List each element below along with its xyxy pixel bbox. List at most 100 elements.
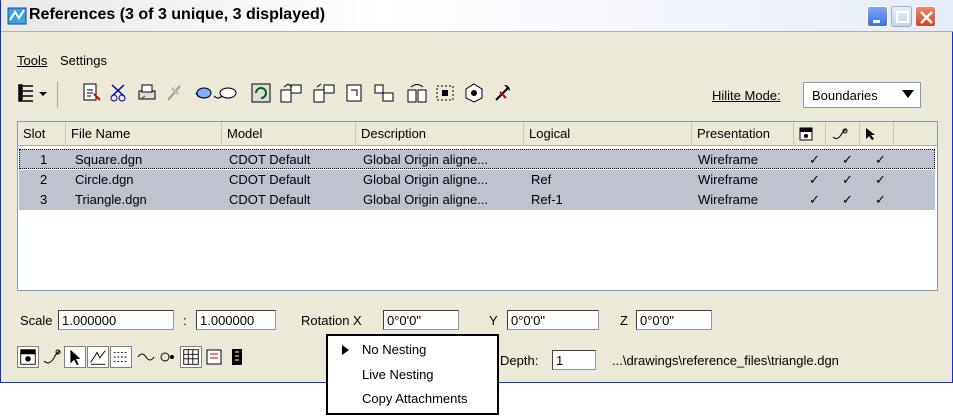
column-header-display[interactable] <box>794 122 826 146</box>
cell-display-check[interactable]: ✓ <box>809 172 820 188</box>
cell-slot: 1 <box>40 152 48 167</box>
hilite-mode-dropdown[interactable]: Boundaries <box>803 82 921 108</box>
cell-snap-check[interactable]: ✓ <box>842 172 853 188</box>
table-row[interactable]: 3 Triangle.dgn CDOT Default Global Origi… <box>19 190 935 210</box>
selected-bullet-icon <box>342 345 349 355</box>
clip-mask-icon[interactable] <box>463 82 485 104</box>
true-scale-icon[interactable] <box>134 346 156 368</box>
column-header-logical[interactable]: Logical <box>524 122 692 146</box>
column-header-snap[interactable] <box>826 122 860 146</box>
cell-file-name: Square.dgn <box>75 152 143 167</box>
column-header-model[interactable]: Model <box>222 122 356 146</box>
cell-description: Global Origin aligne... <box>363 192 489 207</box>
menu-settings[interactable]: Settings <box>60 53 107 68</box>
cell-description: Global Origin aligne... <box>363 152 489 167</box>
print-reference-icon[interactable] <box>136 82 158 104</box>
copy-reference-icon[interactable] <box>311 82 337 104</box>
scale-colon: : <box>183 313 187 328</box>
grid-toggle-icon[interactable] <box>180 346 202 368</box>
detach-reference-icon[interactable] <box>108 82 130 104</box>
rotation-y-label: Y <box>489 313 498 328</box>
cell-presentation: Wireframe <box>698 172 758 187</box>
cell-presentation: Wireframe <box>698 192 758 207</box>
reload-reference-icon[interactable] <box>250 82 272 104</box>
menu-item-no-nesting[interactable]: No Nesting <box>362 342 426 357</box>
nesting-popup-menu: No Nesting Live Nesting Copy Attachments <box>326 334 499 415</box>
maximize-button[interactable] <box>891 6 912 27</box>
cell-display-check[interactable]: ✓ <box>809 192 820 208</box>
menu-item-live-nesting[interactable]: Live Nesting <box>362 367 434 382</box>
minimize-icon <box>873 20 880 23</box>
rotation-y-input[interactable]: 0°0'0" <box>507 310 599 330</box>
nesting-icon[interactable] <box>227 346 249 368</box>
references-app-icon <box>7 7 27 25</box>
cell-snap-check[interactable]: ✓ <box>842 192 853 208</box>
depth-input[interactable]: 1 <box>552 350 596 370</box>
cell-logical: Ref <box>531 172 552 187</box>
clip-boundary-icon[interactable] <box>434 82 460 104</box>
table-header: Slot File Name Model Description Logical… <box>18 122 937 146</box>
cell-locate-check[interactable]: ✓ <box>875 152 886 168</box>
cell-model: CDOT Default <box>229 192 311 207</box>
menubar: Tools Settings <box>1 50 953 72</box>
column-header-description[interactable]: Description <box>356 122 524 146</box>
snap-toggle-icon[interactable] <box>41 346 63 368</box>
cell-file-name: Circle.dgn <box>75 172 134 187</box>
titlebar[interactable]: References (3 of 3 unique, 3 displayed) <box>1 0 953 32</box>
toolbar: Hilite Mode: Boundaries <box>1 76 953 116</box>
exchange-reference-icon[interactable] <box>194 82 240 104</box>
cell-model: CDOT Default <box>229 172 311 187</box>
column-header-slot[interactable]: Slot <box>18 122 66 146</box>
locate-toggle-icon[interactable] <box>64 346 86 368</box>
column-header-locate[interactable] <box>860 122 894 146</box>
window-title: References (3 of 3 unique, 3 displayed) <box>29 6 326 23</box>
cell-slot: 3 <box>40 192 48 207</box>
close-button[interactable] <box>915 6 936 27</box>
cell-display-check[interactable]: ✓ <box>809 152 820 168</box>
mirror-reference-icon[interactable] <box>405 82 431 104</box>
table-row[interactable]: 1 Square.dgn CDOT Default Global Origin … <box>19 149 935 169</box>
display-toggle-icon[interactable] <box>17 346 39 368</box>
cell-snap-check[interactable]: ✓ <box>842 152 853 168</box>
reference-file-path: ...\drawings\reference_files\triangle.dg… <box>612 353 839 368</box>
cell-description: Global Origin aligne... <box>363 172 489 187</box>
references-table: Slot File Name Model Description Logical… <box>17 121 938 291</box>
settings-disabled-icon[interactable] <box>164 82 186 104</box>
cell-locate-check[interactable]: ✓ <box>875 172 886 188</box>
cell-file-name: Triangle.dgn <box>75 192 147 207</box>
levels-icon[interactable] <box>204 346 226 368</box>
minimize-button[interactable] <box>867 6 888 27</box>
scale-line-styles-icon[interactable] <box>157 346 179 368</box>
hilite-mode-label-text: Hilite Mode: <box>712 88 781 103</box>
column-header-file-name[interactable]: File Name <box>66 122 222 146</box>
scale-master-input[interactable]: 1.000000 <box>58 310 174 330</box>
references-window: References (3 of 3 unique, 3 displayed) … <box>0 0 953 383</box>
display-icon <box>799 127 813 141</box>
rotate-reference-icon[interactable] <box>372 82 398 104</box>
scale-reference-icon[interactable] <box>344 82 366 104</box>
cell-slot: 2 <box>40 172 48 187</box>
rotation-z-label: Z <box>620 313 628 328</box>
depth-label: Depth: <box>500 353 539 368</box>
delete-clip-icon[interactable] <box>492 82 514 104</box>
cell-locate-check[interactable]: ✓ <box>875 192 886 208</box>
rotation-x-input[interactable]: 0°0'0" <box>383 310 459 330</box>
rotation-z-input[interactable]: 0°0'0" <box>636 310 712 330</box>
cell-logical: Ref-1 <box>531 192 563 207</box>
scale-label: Scale <box>20 313 53 328</box>
hilite-mode-value: Boundaries <box>812 88 878 103</box>
line-style-scale-icon[interactable] <box>87 346 109 368</box>
chevron-down-icon <box>902 90 914 98</box>
move-reference-icon[interactable] <box>278 82 304 104</box>
pattern-scale-icon[interactable] <box>110 346 132 368</box>
list-tree-dropdown-icon[interactable] <box>17 82 51 104</box>
rotation-x-label: Rotation X <box>301 313 362 328</box>
snap-icon <box>832 128 848 140</box>
column-header-presentation[interactable]: Presentation <box>692 122 794 146</box>
cell-model: CDOT Default <box>229 152 311 167</box>
table-row[interactable]: 2 Circle.dgn CDOT Default Global Origin … <box>19 170 935 190</box>
attach-reference-icon[interactable] <box>81 82 103 104</box>
scale-reference-input[interactable]: 1.000000 <box>196 310 276 330</box>
menu-tools[interactable]: Tools <box>17 53 47 68</box>
menu-item-copy-attachments[interactable]: Copy Attachments <box>362 391 468 406</box>
